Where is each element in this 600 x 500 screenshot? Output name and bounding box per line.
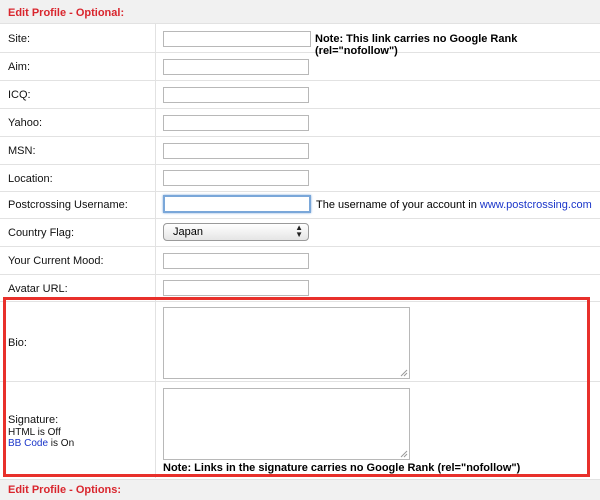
row-msn: MSN: (0, 137, 600, 165)
section-title: Edit Profile - Optional: (8, 7, 125, 19)
row-country-flag: Country Flag: Japan ▲ ▼ (0, 219, 600, 247)
signature-note: Note: Links in the signature carries no … (163, 462, 521, 474)
row-icq: ICQ: (0, 81, 600, 109)
location-label: Location: (8, 173, 53, 185)
resize-grip-icon[interactable] (400, 369, 408, 377)
country-flag-select[interactable]: Japan ▲ ▼ (163, 223, 309, 241)
html-status: HTML is Off (8, 427, 61, 438)
icq-label: ICQ: (8, 89, 31, 101)
avatar-label: Avatar URL: (8, 283, 68, 295)
icq-input[interactable] (163, 87, 309, 103)
site-label: Site: (8, 33, 31, 45)
yahoo-label: Yahoo: (8, 117, 43, 129)
postcrossing-label: Postcrossing Username: (8, 199, 128, 211)
next-section-header: Edit Profile - Options: (0, 479, 600, 500)
row-signature: Signature: HTML is Off BB Code is On Not… (0, 382, 600, 478)
aim-label: Aim: (8, 61, 30, 73)
mood-label: Your Current Mood: (8, 255, 104, 267)
row-postcrossing: Postcrossing Username: The username of y… (0, 192, 600, 219)
avatar-url-input[interactable] (163, 280, 309, 296)
updown-arrows-icon: ▲ ▼ (295, 223, 303, 239)
country-flag-label: Country Flag: (8, 227, 75, 239)
row-location: Location: (0, 165, 600, 192)
yahoo-input[interactable] (163, 115, 309, 131)
msn-label: MSN: (8, 145, 36, 157)
resize-grip-icon[interactable] (400, 450, 408, 458)
postcrossing-username-input[interactable] (163, 195, 311, 213)
bio-textarea[interactable] (163, 307, 410, 379)
location-input[interactable] (163, 170, 309, 186)
postcrossing-link[interactable]: www.postcrossing.com (480, 199, 592, 211)
bbcode-link[interactable]: BB Code (8, 438, 48, 449)
bio-label: Bio: (8, 337, 27, 349)
postcrossing-note: The username of your account in www.post… (316, 199, 592, 211)
row-mood: Your Current Mood: (0, 247, 600, 275)
msn-input[interactable] (163, 143, 309, 159)
row-bio: Bio: (0, 302, 600, 382)
signature-label: Signature: (8, 414, 59, 426)
site-input[interactable] (163, 31, 311, 47)
mood-input[interactable] (163, 253, 309, 269)
postcrossing-note-text: The username of your account in (316, 199, 480, 211)
section-header: Edit Profile - Optional: (0, 0, 600, 24)
row-avatar: Avatar URL: (0, 275, 600, 302)
signature-textarea[interactable] (163, 388, 410, 460)
bbcode-status-text: is On (48, 438, 75, 449)
row-yahoo: Yahoo: (0, 109, 600, 137)
next-section-title: Edit Profile - Options: (8, 484, 122, 496)
row-aim: Aim: (0, 53, 600, 81)
aim-input[interactable] (163, 59, 309, 75)
country-flag-value: Japan (173, 226, 203, 238)
bbcode-status: BB Code is On (8, 438, 74, 449)
row-site: Site: Note: This link carries no Google … (0, 24, 600, 57)
